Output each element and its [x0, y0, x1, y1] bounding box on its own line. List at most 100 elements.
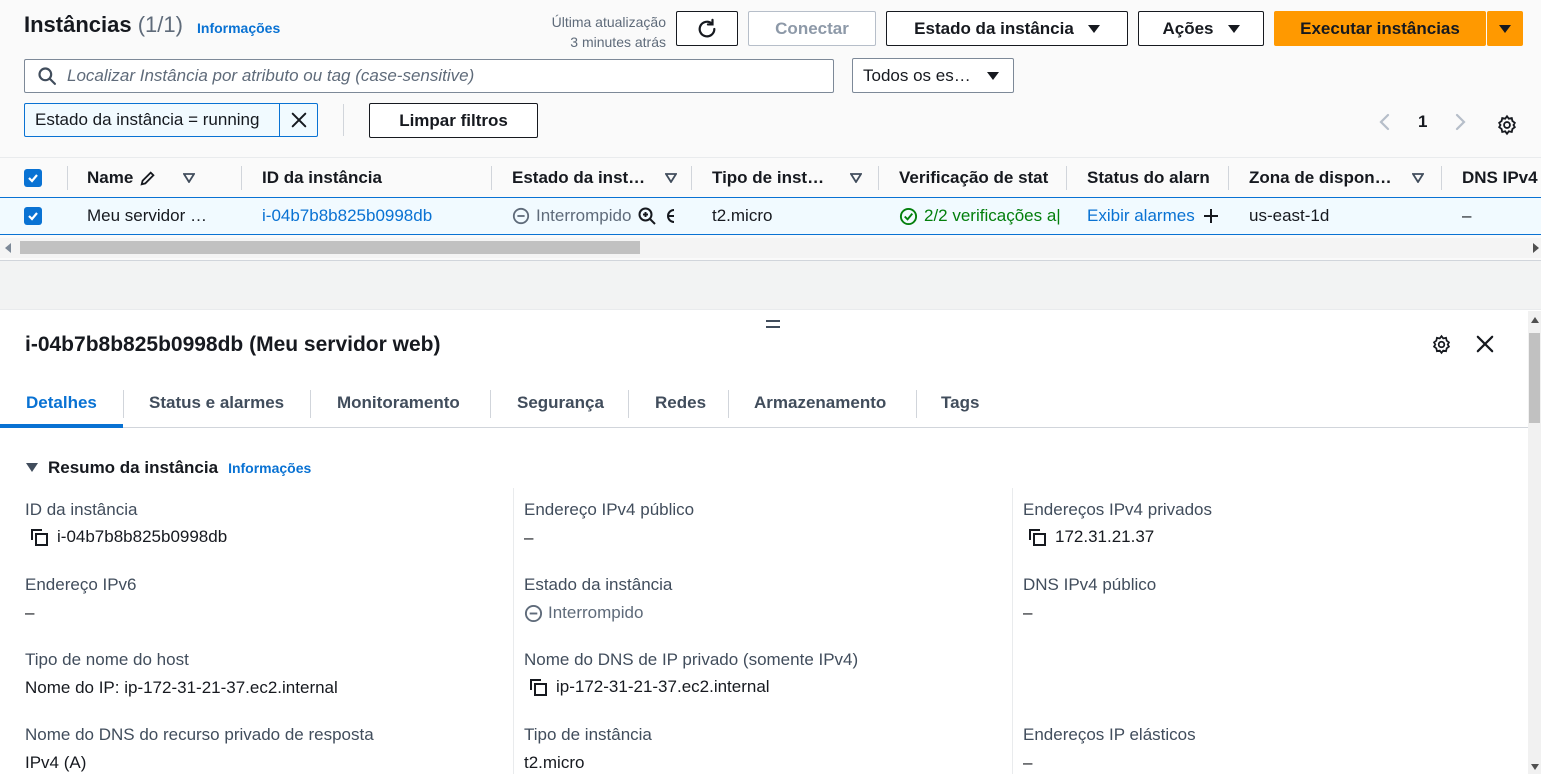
drag-handle-icon [766, 320, 780, 328]
zoom-out-icon[interactable] [663, 206, 677, 226]
column-label: Tipo de inst… [712, 168, 825, 187]
cell-state: Interrompido [512, 198, 692, 234]
clear-filters-button[interactable]: Limpar filtros [369, 103, 538, 138]
title-text: Instâncias [24, 12, 132, 37]
column-divider [67, 166, 68, 190]
tab-security[interactable]: Segurança [517, 380, 604, 426]
column-header-alarm-status[interactable]: Status do alarn [1087, 158, 1211, 198]
search-icon [38, 67, 57, 85]
chevron-down-icon [987, 71, 999, 80]
field-label-ipv6: Endereço IPv6 [25, 575, 137, 594]
column-divider [1228, 166, 1229, 190]
chevron-right-icon[interactable] [1453, 112, 1467, 132]
zoom-in-icon[interactable] [637, 206, 657, 226]
filter-token: Estado da instância = running [24, 103, 318, 137]
field-value-public-ipv4: – [524, 528, 534, 547]
cell-instance-id-link[interactable]: i-04b7b8b825b0998db [262, 198, 482, 234]
scroll-down-arrow-icon[interactable] [1531, 764, 1539, 770]
scrollbar-thumb[interactable] [20, 241, 640, 254]
view-alarms-link[interactable]: Exibir alarmes [1087, 206, 1195, 226]
gear-icon[interactable] [1496, 114, 1518, 136]
launch-instances-button[interactable]: Executar instâncias [1274, 11, 1486, 46]
column-divider [241, 166, 242, 190]
select-all-checkbox[interactable] [24, 158, 42, 198]
column-label: Zona de dispon… [1249, 168, 1392, 187]
gear-icon[interactable] [1431, 334, 1452, 355]
field-label-resource-dns: Nome do DNS do recurso privado de respos… [25, 725, 374, 744]
vertical-scrollbar[interactable] [1528, 311, 1541, 774]
connect-button[interactable]: Conectar [748, 11, 876, 46]
check-circle-icon [899, 207, 918, 225]
scrollbar-thumb[interactable] [1529, 333, 1540, 423]
column-divider [691, 166, 692, 190]
caret-down-icon [26, 463, 38, 472]
search-field[interactable] [24, 59, 834, 93]
chevron-down-icon [1087, 24, 1100, 33]
remove-filter-button[interactable] [279, 104, 317, 136]
info-link[interactable]: Informações [228, 460, 311, 476]
column-header-dns[interactable]: DNS IPv4 [1462, 158, 1541, 198]
column-header-state[interactable]: Estado da inst… [512, 158, 682, 198]
column-header-zone[interactable]: Zona de dispon… [1249, 158, 1429, 198]
tab-status-alarms[interactable]: Status e alarmes [149, 380, 284, 426]
resize-handle[interactable] [765, 317, 781, 335]
split-gap [0, 260, 1541, 310]
stopped-icon [512, 207, 530, 225]
field-label-instance-state: Estado da instância [524, 575, 673, 594]
launch-options-dropdown[interactable] [1487, 11, 1523, 46]
checkbox-checked[interactable] [24, 169, 42, 187]
cell-alarm-status[interactable]: Exibir alarmes [1087, 198, 1227, 234]
instance-state-text: Interrompido [548, 603, 644, 622]
column-divider [1441, 166, 1442, 190]
column-header-type[interactable]: Tipo de inst… [712, 158, 867, 198]
last-update-label: Última atualização [551, 14, 666, 30]
state-filter-select[interactable]: Todos os es… [852, 58, 1014, 93]
scroll-right-arrow-icon[interactable] [1533, 243, 1539, 253]
row-checkbox[interactable] [24, 198, 42, 234]
section-header-instance-summary[interactable]: Resumo da instância Informações [26, 458, 311, 478]
scroll-up-arrow-icon[interactable] [1531, 317, 1539, 323]
tab-divider [628, 390, 629, 418]
private-dns-text: ip-172-31-21-37.ec2.internal [556, 677, 770, 696]
refresh-icon [698, 18, 716, 37]
plus-icon[interactable] [1203, 208, 1219, 224]
column-divider [1012, 488, 1013, 774]
filter-token-label: Estado da instância = running [35, 110, 260, 129]
actions-dropdown[interactable]: Ações [1138, 11, 1264, 46]
tab-storage[interactable]: Armazenamento [754, 380, 886, 426]
search-input[interactable] [67, 66, 833, 86]
field-value-private-dns: ip-172-31-21-37.ec2.internal [528, 677, 770, 697]
tab-details[interactable]: Detalhes [26, 380, 97, 426]
close-icon[interactable] [1476, 335, 1494, 353]
tab-networking[interactable]: Redes [655, 380, 706, 426]
refresh-button[interactable] [676, 11, 738, 46]
sort-down-icon [1411, 173, 1424, 183]
chevron-left-icon[interactable] [1378, 112, 1392, 132]
tab-monitoring[interactable]: Monitoramento [337, 380, 460, 426]
scroll-left-arrow-icon[interactable] [5, 243, 11, 253]
tab-divider [916, 390, 917, 418]
column-header-instance-id[interactable]: ID da instância [262, 158, 482, 198]
column-label: Estado da inst… [512, 168, 646, 187]
column-header-name[interactable]: Name [87, 158, 227, 198]
field-label-private-ipv4: Endereços IPv4 privados [1023, 500, 1212, 519]
info-link[interactable]: Informações [197, 20, 280, 36]
copy-icon[interactable] [29, 527, 49, 547]
divider [343, 104, 344, 136]
table-row[interactable]: Meu servidor … i-04b7b8b825b0998db Inter… [0, 197, 1541, 235]
copy-icon[interactable] [528, 677, 548, 697]
horizontal-scrollbar[interactable] [0, 238, 1541, 258]
page-number[interactable]: 1 [1418, 112, 1427, 132]
copy-icon[interactable] [1027, 527, 1047, 547]
column-divider [878, 166, 879, 190]
checkbox-checked[interactable] [24, 207, 42, 225]
column-header-status-check[interactable]: Verificação de stat [899, 158, 1049, 198]
column-divider [1066, 166, 1067, 190]
check-icon [28, 212, 38, 221]
column-divider [491, 166, 492, 190]
check-icon [28, 174, 38, 183]
tab-tags[interactable]: Tags [941, 380, 979, 426]
instance-state-dropdown[interactable]: Estado da instância [886, 11, 1128, 46]
section-title: Resumo da instância [48, 458, 219, 477]
cell-dns: – [1462, 206, 1472, 225]
